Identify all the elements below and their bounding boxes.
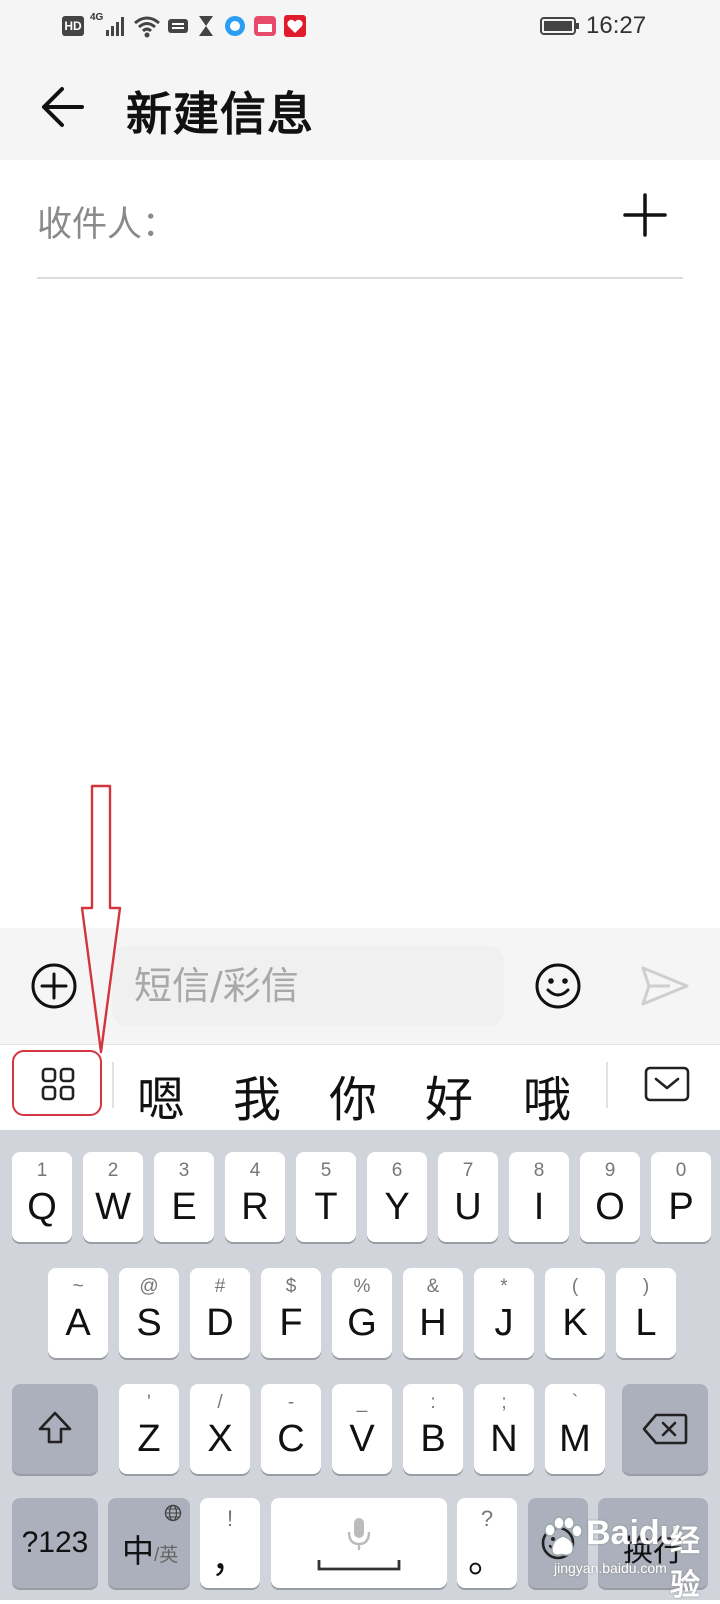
divider [112, 1062, 114, 1108]
add-recipient-button[interactable] [620, 190, 670, 240]
shift-key[interactable] [12, 1384, 98, 1474]
key-f[interactable]: $ F [261, 1268, 321, 1358]
key-a[interactable]: ~ A [48, 1268, 108, 1358]
hourglass-icon [196, 14, 216, 38]
wifi-icon [132, 14, 162, 38]
recipient-label: 收件人： [37, 205, 178, 245]
shift-icon [38, 1411, 72, 1444]
attach-button[interactable] [30, 962, 78, 1010]
divider [606, 1062, 608, 1108]
cellular-signal-icon: 4G [90, 12, 128, 38]
key-j[interactable]: * J [474, 1268, 534, 1358]
symbols-key[interactable]: ?123 [12, 1498, 98, 1588]
message-input[interactable] [112, 946, 504, 1026]
key-y[interactable]: 6Y [367, 1152, 427, 1242]
backspace-key[interactable] [622, 1384, 708, 1474]
candidate-word[interactable]: 哦 [512, 1060, 582, 1130]
key-e[interactable]: 3E [154, 1152, 214, 1242]
page-title: 新建信息 [126, 87, 314, 141]
back-arrow-icon [42, 87, 84, 127]
key-u[interactable]: 7U [438, 1152, 498, 1242]
key-s[interactable]: @ S [119, 1268, 179, 1358]
key-w[interactable]: 2W [83, 1152, 143, 1242]
divider [37, 277, 683, 279]
key-o[interactable]: 9O [580, 1152, 640, 1242]
key-p[interactable]: 0P [651, 1152, 711, 1242]
recipient-input[interactable] [170, 180, 600, 260]
send-button[interactable] [640, 964, 690, 1008]
watermark: Baidu 经验 jingyan.baidu.com [534, 1502, 716, 1603]
collapse-keyboard-icon [644, 1066, 690, 1102]
language-switch-key[interactable]: 中 /英 [108, 1498, 190, 1588]
microphone-icon [347, 1518, 371, 1550]
send-icon [641, 966, 689, 1006]
key-r[interactable]: 4R [225, 1152, 285, 1242]
hide-keyboard-button[interactable] [644, 1066, 690, 1102]
key-m[interactable]: ` M [545, 1384, 605, 1474]
key-d[interactable]: # D [190, 1268, 250, 1358]
battery-icon [540, 14, 580, 38]
emoji-button[interactable] [534, 962, 582, 1010]
candidate-word[interactable]: 嗯 [126, 1060, 196, 1130]
key-l[interactable]: ) L [616, 1268, 676, 1358]
key-z[interactable]: ' Z [119, 1384, 179, 1474]
key-g[interactable]: % G [332, 1268, 392, 1358]
keyboard-notification-icon [166, 14, 190, 38]
smiley-icon [535, 963, 581, 1009]
browser-app-icon [222, 14, 248, 38]
app-bar [0, 52, 720, 160]
key-k[interactable]: (K [545, 1268, 605, 1358]
candidate-word[interactable]: 好 [414, 1060, 484, 1130]
calendar-app-icon [252, 14, 278, 38]
baidu-paw-logo-icon [544, 1516, 583, 1556]
candidate-word[interactable]: 你 [318, 1060, 388, 1130]
key-q[interactable]: 1Q [12, 1152, 72, 1242]
key-v[interactable]: _ V [332, 1384, 392, 1474]
add-circle-icon [31, 963, 77, 1009]
annotation-arrow-icon [80, 784, 122, 1054]
globe-icon [164, 1504, 182, 1522]
clock: 16:27 [586, 12, 647, 39]
comma-key[interactable]: ! ， [200, 1498, 260, 1588]
key-b[interactable]: :B [403, 1384, 463, 1474]
key-t[interactable]: 5T [296, 1152, 356, 1242]
candidate-word[interactable]: 我 [222, 1060, 292, 1130]
key-n[interactable]: ; N [474, 1384, 534, 1474]
space-bar-icon [317, 1560, 401, 1571]
plus-icon [623, 193, 667, 237]
space-key[interactable] [271, 1498, 447, 1588]
back-button[interactable] [36, 80, 90, 134]
period-key[interactable]: ? 。 [457, 1498, 517, 1588]
key-x[interactable]: / X [190, 1384, 250, 1474]
heart-app-icon [282, 14, 308, 38]
highlight-box [12, 1050, 102, 1116]
key-h[interactable]: & H [403, 1268, 463, 1358]
key-i[interactable]: 8I [509, 1152, 569, 1242]
hd-icon: HD [62, 14, 84, 38]
key-c[interactable]: -C [261, 1384, 321, 1474]
backspace-icon [642, 1413, 688, 1445]
